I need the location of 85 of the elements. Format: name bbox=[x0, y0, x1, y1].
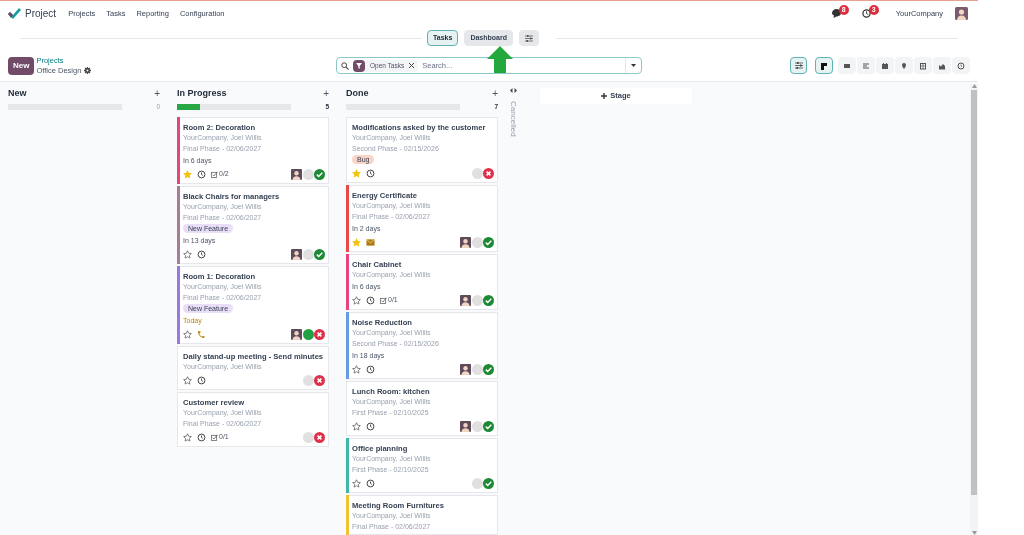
checkmark-circle-icon[interactable] bbox=[483, 236, 494, 248]
kanban-icon bbox=[820, 61, 828, 70]
star-icon[interactable] bbox=[352, 364, 361, 374]
activity-clock-icon[interactable] bbox=[366, 421, 375, 431]
assignee-avatar[interactable] bbox=[460, 236, 471, 248]
column-title: Done bbox=[346, 87, 369, 101]
settings-button[interactable] bbox=[518, 30, 539, 46]
assignee-avatar[interactable] bbox=[291, 248, 302, 260]
view-switch-button[interactable] bbox=[914, 57, 932, 74]
star-icon[interactable] bbox=[352, 421, 361, 431]
checklist-icon bbox=[211, 170, 218, 178]
filter-icon bbox=[356, 62, 362, 69]
activity-clock-icon[interactable] bbox=[366, 478, 375, 488]
map-pin-icon bbox=[900, 61, 908, 70]
assignee-avatar[interactable] bbox=[460, 363, 471, 375]
calendar-icon bbox=[881, 61, 889, 70]
sliders-icon bbox=[524, 34, 533, 42]
view-switch-button[interactable] bbox=[933, 57, 951, 74]
settings-icon[interactable] bbox=[84, 67, 92, 74]
sliders-icon bbox=[794, 62, 803, 69]
star-icon[interactable] bbox=[352, 478, 361, 488]
assignee-avatar[interactable] bbox=[460, 420, 471, 432]
activity-clock-icon[interactable] bbox=[366, 364, 375, 374]
activity-clock-icon[interactable] bbox=[366, 295, 375, 305]
checklist-icon bbox=[211, 433, 218, 441]
activity-clock-icon[interactable] bbox=[197, 432, 206, 442]
clock-icon bbox=[957, 61, 965, 70]
scrollbar[interactable] bbox=[970, 84, 978, 535]
activity-clock-icon[interactable] bbox=[197, 169, 206, 179]
scroll-up-icon[interactable] bbox=[971, 84, 977, 88]
phone-icon[interactable] bbox=[197, 329, 206, 339]
envelope-icon[interactable] bbox=[366, 237, 375, 247]
up-arrow bbox=[487, 46, 513, 73]
cross-circle-icon[interactable] bbox=[314, 374, 325, 386]
assignee-avatar[interactable] bbox=[460, 294, 471, 306]
check-logo-icon[interactable] bbox=[8, 8, 21, 19]
user-avatar[interactable] bbox=[955, 7, 968, 20]
activity-clock-icon[interactable] bbox=[197, 249, 206, 259]
clock-icon bbox=[861, 8, 871, 18]
activity-clock-icon[interactable] bbox=[197, 375, 206, 385]
expand-icon[interactable] bbox=[509, 88, 517, 93]
view-switch-button[interactable] bbox=[815, 57, 833, 74]
cross-circle-icon[interactable] bbox=[314, 431, 325, 443]
checkmark-circle-icon[interactable] bbox=[483, 294, 494, 306]
star-icon[interactable] bbox=[352, 168, 361, 178]
star-icon[interactable] bbox=[183, 432, 192, 442]
caret-icon bbox=[631, 64, 636, 67]
column-title: New bbox=[8, 87, 27, 101]
cross-circle-icon[interactable] bbox=[314, 328, 325, 340]
search-icon bbox=[341, 61, 349, 70]
assignee-avatar[interactable] bbox=[291, 328, 302, 340]
cross-circle-icon[interactable] bbox=[483, 167, 494, 179]
star-icon[interactable] bbox=[183, 249, 192, 259]
add-task-button[interactable]: + bbox=[323, 89, 329, 99]
star-icon[interactable] bbox=[183, 169, 192, 179]
add-task-button[interactable]: + bbox=[154, 89, 160, 99]
area-chart-icon bbox=[938, 61, 946, 70]
view-switch-button[interactable] bbox=[952, 57, 970, 74]
add-task-button[interactable]: + bbox=[492, 89, 498, 99]
view-switch-button[interactable] bbox=[838, 57, 856, 74]
star-icon[interactable] bbox=[183, 329, 192, 339]
checkmark-circle-icon[interactable] bbox=[483, 477, 494, 489]
star-icon[interactable] bbox=[352, 295, 361, 305]
table-icon bbox=[919, 61, 927, 70]
checkmark-circle-icon[interactable] bbox=[314, 248, 325, 260]
star-icon[interactable] bbox=[183, 375, 192, 385]
app-name[interactable]: Project bbox=[25, 6, 57, 21]
assignee-avatar[interactable] bbox=[291, 168, 302, 180]
new-button[interactable]: New bbox=[8, 56, 35, 75]
gantt-icon bbox=[862, 61, 870, 70]
view-switch-button[interactable] bbox=[895, 57, 913, 74]
chat-icon bbox=[831, 8, 843, 18]
column-title: In Progress bbox=[177, 87, 227, 101]
checkmark-circle-icon[interactable] bbox=[314, 168, 325, 180]
checklist-icon bbox=[380, 296, 387, 304]
checkmark-circle-icon[interactable] bbox=[483, 420, 494, 432]
remove-icon[interactable] bbox=[409, 63, 415, 68]
scroll-down-icon[interactable] bbox=[971, 531, 977, 535]
activity-clock-icon[interactable] bbox=[366, 168, 375, 178]
plus-icon bbox=[601, 93, 608, 99]
star-icon[interactable] bbox=[352, 237, 361, 247]
view-switch-button[interactable] bbox=[876, 57, 894, 74]
view-switch-button[interactable] bbox=[857, 57, 875, 74]
filter-toggle-button[interactable] bbox=[790, 57, 807, 74]
checkmark-circle-icon[interactable] bbox=[483, 363, 494, 375]
